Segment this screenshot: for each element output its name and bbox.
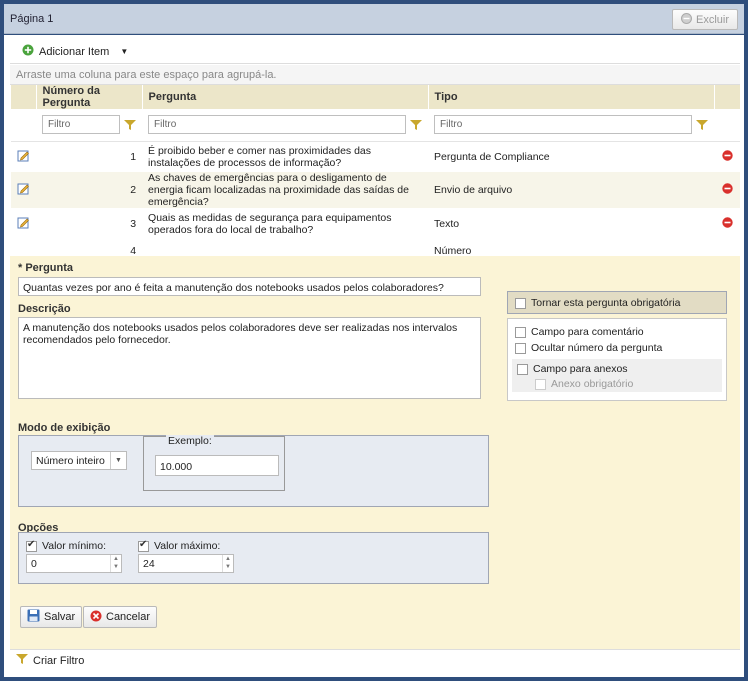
- comment-field-checkbox[interactable]: [515, 326, 526, 338]
- display-mode-label: Modo de exibição: [18, 422, 111, 434]
- add-item-button[interactable]: Adicionar Item ▼: [10, 44, 128, 59]
- create-filter-label: Criar Filtro: [33, 654, 85, 667]
- attachments-group: Campo para anexos Anexo obrigatório: [512, 359, 722, 392]
- mandatory-label: Tornar esta pergunta obrigatória: [531, 297, 681, 309]
- filter-row: Filtro Filtro Filtro: [10, 109, 740, 142]
- page-title: Página 1: [10, 13, 54, 25]
- example-label: Exemplo:: [166, 435, 214, 447]
- page-content: Adicionar Item ▼ Arraste uma coluna para…: [4, 35, 744, 677]
- group-drop-area[interactable]: Arraste uma coluna para este espaço para…: [10, 65, 740, 85]
- create-filter-bar[interactable]: Criar Filtro: [10, 649, 740, 671]
- header-type[interactable]: Tipo: [427, 85, 715, 109]
- filter-icon: [16, 654, 28, 667]
- description-textarea[interactable]: A manutenção dos notebooks usados pelos …: [18, 317, 481, 399]
- min-value-row[interactable]: Valor mínimo:: [26, 539, 106, 552]
- filter-question-input[interactable]: Filtro: [148, 115, 407, 135]
- max-value-spinner[interactable]: 24 ▲ ▼: [138, 554, 234, 573]
- hide-number-checkbox[interactable]: [515, 342, 526, 354]
- question-edit-form: * Pergunta Quantas vezes por ano é feita…: [10, 256, 740, 657]
- header-question-number[interactable]: Número da Pergunta: [35, 85, 143, 109]
- description-label: Descrição: [18, 303, 71, 315]
- question-input[interactable]: Quantas vezes por ano é feita a manutenç…: [18, 277, 481, 296]
- save-button-label: Salvar: [44, 611, 76, 623]
- cell-type: Texto: [434, 217, 460, 230]
- hide-number-label: Ocultar número da pergunta: [531, 342, 663, 354]
- display-mode-select[interactable]: Número inteiro ▼: [31, 451, 127, 470]
- max-value: 24: [143, 558, 155, 570]
- cell-type: Pergunta de Compliance: [434, 150, 550, 163]
- remove-icon[interactable]: [721, 150, 733, 164]
- question-label: * Pergunta: [18, 262, 74, 274]
- table-row[interactable]: 2 As chaves de emergências para o deslig…: [10, 172, 740, 208]
- filter-icon[interactable]: [410, 119, 423, 130]
- filter-icon[interactable]: [696, 119, 709, 130]
- spinner-arrows-icon[interactable]: ▲ ▼: [222, 555, 233, 572]
- delete-button-label: Excluir: [695, 13, 729, 26]
- minus-circle-icon: [680, 12, 692, 27]
- edit-icon[interactable]: [17, 217, 30, 232]
- header-edit: [10, 85, 37, 109]
- min-value-checkbox[interactable]: [26, 539, 37, 552]
- mandatory-checkbox-row[interactable]: Tornar esta pergunta obrigatória: [515, 297, 680, 309]
- attachment-required-row[interactable]: Anexo obrigatório: [535, 378, 633, 390]
- chevron-down-icon[interactable]: ▼: [110, 452, 126, 469]
- attachments-label: Campo para anexos: [533, 363, 628, 375]
- attachment-required-checkbox[interactable]: [535, 378, 546, 390]
- edit-icon[interactable]: [17, 183, 30, 198]
- max-value-checkbox[interactable]: [138, 539, 149, 552]
- mandatory-panel: Tornar esta pergunta obrigatória: [507, 291, 727, 314]
- cell-question: É proibido beber e comer nas proximidade…: [148, 144, 372, 169]
- delete-button[interactable]: Excluir: [671, 9, 738, 30]
- cancel-icon: [90, 610, 102, 625]
- attachments-row[interactable]: Campo para anexos: [517, 363, 628, 375]
- mandatory-checkbox[interactable]: [515, 297, 526, 309]
- edit-icon[interactable]: [17, 150, 30, 165]
- display-mode-panel: Número inteiro ▼ Exemplo: 10.000: [18, 435, 489, 507]
- cancel-button[interactable]: Cancelar: [83, 606, 158, 628]
- example-group: Exemplo: 10.000: [143, 435, 285, 491]
- comment-field-label: Campo para comentário: [531, 326, 644, 338]
- max-value-row[interactable]: Valor máximo:: [138, 539, 221, 552]
- grid-toolbar: Adicionar Item ▼: [10, 40, 740, 64]
- add-icon: [22, 44, 34, 59]
- add-item-label: Adicionar Item: [39, 45, 110, 58]
- questions-grid: Número da Pergunta Pergunta Tipo Filtro …: [10, 85, 740, 263]
- dropdown-arrow-icon[interactable]: ▼: [120, 47, 128, 56]
- attachments-checkbox[interactable]: [517, 363, 528, 375]
- min-value: 0: [31, 558, 37, 570]
- filter-number-input[interactable]: Filtro: [42, 115, 121, 135]
- display-mode-value: Número inteiro: [36, 455, 105, 467]
- remove-icon[interactable]: [721, 183, 733, 197]
- cell-number: 2: [36, 172, 143, 208]
- cell-type: Envio de arquivo: [428, 172, 715, 208]
- field-options-panel: Campo para comentário Ocultar número da …: [507, 318, 727, 401]
- max-value-label: Valor máximo:: [154, 540, 221, 552]
- header-actions: [713, 85, 740, 109]
- hide-number-row[interactable]: Ocultar número da pergunta: [515, 342, 662, 354]
- filter-icon[interactable]: [124, 119, 137, 130]
- options-panel: Valor mínimo: 0 ▲▼ Valor máximo: 24 ▲▼: [18, 532, 489, 584]
- filter-type-input[interactable]: Filtro: [434, 115, 693, 135]
- window-frame: Página 1 Excluir Adicionar Item ▼ Arrast…: [0, 0, 748, 681]
- header-question[interactable]: Pergunta: [141, 85, 429, 109]
- cancel-button-label: Cancelar: [106, 611, 151, 623]
- cell-number: 1: [130, 150, 137, 163]
- title-bar: Página 1 Excluir: [4, 4, 744, 34]
- save-icon: [27, 609, 40, 625]
- min-value-label: Valor mínimo:: [42, 540, 106, 552]
- save-button[interactable]: Salvar: [20, 606, 83, 628]
- cell-question: As chaves de emergências para o desligam…: [142, 172, 429, 208]
- attachment-required-label: Anexo obrigatório: [551, 378, 634, 390]
- remove-icon[interactable]: [721, 216, 733, 231]
- cell-question: Quais as medidas de segurança para equip…: [148, 211, 392, 236]
- table-row[interactable]: 3 Quais as medidas de segurança para equ…: [11, 208, 741, 239]
- spinner-arrows-icon[interactable]: ▲ ▼: [110, 555, 121, 572]
- example-value: 10.000: [155, 455, 279, 476]
- min-value-spinner[interactable]: 0 ▲ ▼: [26, 554, 122, 573]
- table-row[interactable]: 1 É proibido beber e comer nas proximida…: [11, 141, 741, 172]
- comment-field-row[interactable]: Campo para comentário: [515, 326, 644, 338]
- cell-number: 3: [130, 217, 137, 230]
